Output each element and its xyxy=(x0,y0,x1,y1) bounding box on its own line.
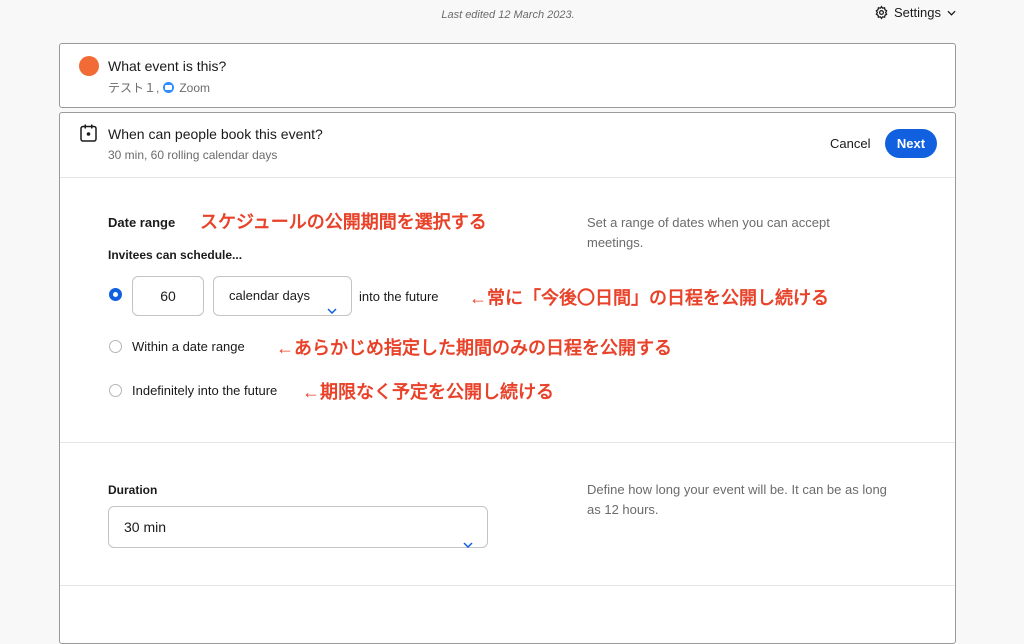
duration-help: Define how long your event will be. It c… xyxy=(587,482,887,517)
event-card-title: What event is this? xyxy=(108,58,227,74)
cancel-button[interactable]: Cancel xyxy=(830,136,870,151)
chevron-down-icon xyxy=(463,523,473,563)
date-range-section: Date range スケジュールの公開期間を選択する Set a range … xyxy=(60,178,955,443)
rolling-days-annotation: ←常に「今後〇日間」の日程を公開し続ける xyxy=(469,288,829,308)
date-range-help: Set a range of dates when you can accept… xyxy=(587,215,830,250)
settings-button[interactable]: Settings xyxy=(874,5,956,20)
calendar-icon xyxy=(80,124,97,147)
chevron-down-icon xyxy=(327,291,337,329)
indefinitely-label[interactable]: Indefinitely into the future xyxy=(132,383,277,398)
rolling-days-input[interactable]: 60 xyxy=(132,276,204,316)
event-card-subtitle: テスト１, Zoom xyxy=(108,79,210,96)
invitees-label: Invitees can schedule... xyxy=(108,248,243,262)
booking-card-subtitle: 30 min, 60 rolling calendar days xyxy=(108,148,278,162)
duration-section: Duration Define how long your event will… xyxy=(60,443,955,586)
duration-label: Duration xyxy=(108,483,158,497)
top-bar: Last edited 12 March 2023. Settings xyxy=(0,0,1024,30)
event-color-dot xyxy=(79,56,99,76)
zoom-icon xyxy=(163,82,175,93)
date-range-annotation: スケジュールの公開期間を選択する xyxy=(200,212,487,232)
duration-value: 30 min xyxy=(124,519,167,535)
booking-card-title: When can people book this event? xyxy=(108,126,323,142)
last-edited-text: Last edited 12 March 2023. xyxy=(441,9,575,21)
duration-select[interactable]: 30 min xyxy=(108,506,488,549)
indefinitely-annotation: ←期限なく予定を公開し続ける xyxy=(302,382,554,402)
rolling-days-radio[interactable] xyxy=(109,288,122,301)
indefinitely-radio[interactable] xyxy=(109,384,122,397)
event-type-card[interactable]: What event is this? テスト１, Zoom xyxy=(59,43,956,108)
into-future-suffix: into the future xyxy=(359,289,439,304)
within-date-range-label[interactable]: Within a date range xyxy=(132,339,245,354)
booking-card-header: When can people book this event? 30 min,… xyxy=(60,113,955,178)
within-date-range-annotation: ←あらかじめ指定した期間のみの日程を公開する xyxy=(276,338,672,358)
event-location: Zoom xyxy=(179,80,211,95)
date-range-label: Date range xyxy=(108,215,176,230)
days-unit-value: calendar days xyxy=(229,288,310,303)
event-name: テスト１, xyxy=(108,81,160,95)
settings-label: Settings xyxy=(894,5,941,20)
gear-icon xyxy=(874,5,889,20)
next-button[interactable]: Next xyxy=(885,129,937,158)
chevron-down-icon xyxy=(947,10,956,16)
days-unit-select[interactable]: calendar days xyxy=(213,276,352,316)
booking-window-card: When can people book this event? 30 min,… xyxy=(59,112,956,644)
within-date-range-radio[interactable] xyxy=(109,340,122,353)
